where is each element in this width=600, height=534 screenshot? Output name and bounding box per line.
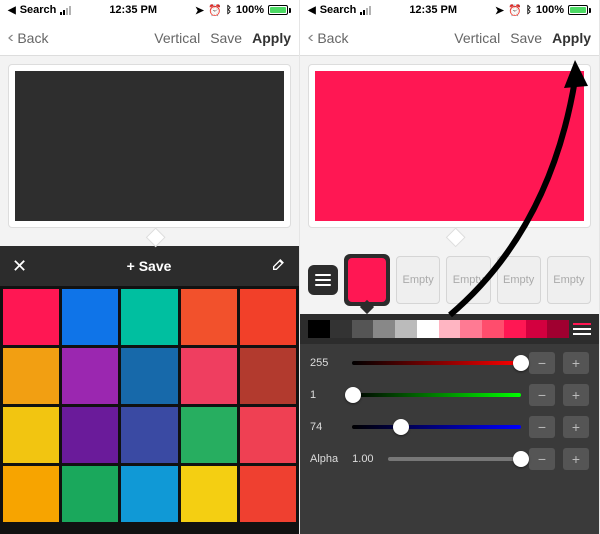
chevron-left-icon: ‹ — [7, 29, 13, 47]
save-button[interactable]: Save — [510, 30, 542, 46]
slider-value: 74 — [310, 421, 344, 433]
back-label: Back — [317, 30, 348, 46]
increment-button[interactable]: + — [563, 352, 589, 374]
canvas-preview[interactable] — [315, 71, 584, 221]
back-app-icon[interactable]: ◀ — [8, 5, 16, 16]
empty-slot[interactable]: Empty — [396, 256, 440, 304]
chevron-left-icon: ‹ — [307, 29, 313, 47]
bluetooth-icon: ᛒ — [226, 5, 232, 16]
back-app-icon[interactable]: ◀ — [308, 5, 316, 16]
slider-green[interactable]: 1 − + — [310, 384, 589, 406]
color-swatch[interactable] — [62, 348, 118, 404]
back-button[interactable]: ‹ Back — [308, 29, 348, 47]
palette-toolbar: ✕ + Save — [0, 246, 299, 286]
bluetooth-icon: ᛒ — [526, 5, 532, 16]
nav-icon: ➤ — [195, 4, 204, 17]
color-swatch[interactable] — [3, 466, 59, 522]
status-bar: ◀ Search 12:35 PM ➤ ⏰ ᛒ 100% — [0, 0, 299, 20]
slots-menu-icon[interactable] — [308, 265, 338, 295]
battery-icon — [268, 5, 291, 15]
nav-bar: ‹ Back Vertical Save Apply — [300, 20, 599, 56]
increment-button[interactable]: + — [563, 416, 589, 438]
strip-menu-icon[interactable] — [569, 323, 591, 335]
decrement-button[interactable]: − — [529, 416, 555, 438]
slider-red[interactable]: 255 − + — [310, 352, 589, 374]
back-app-label[interactable]: Search — [20, 4, 57, 16]
slider-alpha[interactable]: Alpha 1.00 − + — [310, 448, 589, 470]
battery-icon — [568, 5, 591, 15]
apply-button[interactable]: Apply — [552, 30, 591, 46]
clock: 12:35 PM — [109, 4, 157, 16]
back-app-label[interactable]: Search — [320, 4, 357, 16]
phone-left: ◀ Search 12:35 PM ➤ ⏰ ᛒ 100% ‹ Back Vert… — [0, 0, 300, 534]
canvas-area — [300, 56, 599, 236]
increment-button[interactable]: + — [563, 448, 589, 470]
close-icon[interactable]: ✕ — [6, 252, 33, 281]
color-swatch[interactable] — [121, 466, 177, 522]
color-swatch[interactable] — [3, 348, 59, 404]
color-swatch[interactable] — [181, 289, 237, 345]
battery-pct: 100% — [236, 4, 264, 16]
back-button[interactable]: ‹ Back — [8, 29, 48, 47]
phone-right: ◀ Search 12:35 PM ➤ ⏰ ᛒ 100% ‹ Back Vert… — [300, 0, 600, 534]
color-swatch[interactable] — [121, 289, 177, 345]
color-swatch[interactable] — [121, 407, 177, 463]
shade-strip[interactable] — [308, 320, 569, 338]
color-swatch[interactable] — [181, 348, 237, 404]
decrement-button[interactable]: − — [529, 352, 555, 374]
back-label: Back — [17, 30, 48, 46]
canvas-area — [0, 56, 299, 236]
color-swatch[interactable] — [240, 289, 296, 345]
alpha-value: 1.00 — [352, 453, 380, 465]
color-swatch[interactable] — [62, 289, 118, 345]
slider-value: 255 — [310, 357, 344, 369]
nav-icon: ➤ — [495, 4, 504, 17]
color-swatch[interactable] — [181, 407, 237, 463]
signal-icon — [60, 6, 71, 15]
color-swatch[interactable] — [62, 407, 118, 463]
rgb-sliders: 255 − + 1 − + 74 − + Alpha 1.00 − — [300, 344, 599, 534]
color-swatch[interactable] — [240, 407, 296, 463]
empty-slot[interactable]: Empty — [446, 256, 490, 304]
canvas-preview[interactable] — [15, 71, 284, 221]
color-swatch[interactable] — [62, 466, 118, 522]
color-swatch[interactable] — [3, 289, 59, 345]
signal-icon — [360, 6, 371, 15]
empty-slot[interactable]: Empty — [547, 256, 591, 304]
status-bar: ◀ Search 12:35 PM ➤ ⏰ ᛒ 100% — [300, 0, 599, 20]
clock: 12:35 PM — [409, 4, 457, 16]
color-swatch[interactable] — [181, 466, 237, 522]
selected-color-slot[interactable] — [344, 254, 390, 306]
save-button[interactable]: Save — [210, 30, 242, 46]
alarm-icon: ⏰ — [508, 4, 522, 17]
color-swatch[interactable] — [240, 348, 296, 404]
slider-value: 1 — [310, 389, 344, 401]
increment-button[interactable]: + — [563, 384, 589, 406]
palette-save-button[interactable]: + Save — [33, 258, 265, 274]
battery-pct: 100% — [536, 4, 564, 16]
color-swatch[interactable] — [3, 407, 59, 463]
empty-slot[interactable]: Empty — [497, 256, 541, 304]
color-swatch[interactable] — [240, 466, 296, 522]
apply-button[interactable]: Apply — [252, 30, 291, 46]
color-strip-row — [300, 314, 599, 344]
vertical-button[interactable]: Vertical — [154, 30, 200, 46]
swatch-grid — [0, 286, 299, 534]
edit-icon[interactable] — [265, 252, 293, 281]
alarm-icon: ⏰ — [208, 4, 222, 17]
slider-blue[interactable]: 74 − + — [310, 416, 589, 438]
alpha-label: Alpha — [310, 453, 338, 465]
nav-bar: ‹ Back Vertical Save Apply — [0, 20, 299, 56]
decrement-button[interactable]: − — [529, 384, 555, 406]
color-slots-row: Empty Empty Empty Empty — [300, 246, 599, 314]
vertical-button[interactable]: Vertical — [454, 30, 500, 46]
color-swatch[interactable] — [121, 348, 177, 404]
decrement-button[interactable]: − — [529, 448, 555, 470]
